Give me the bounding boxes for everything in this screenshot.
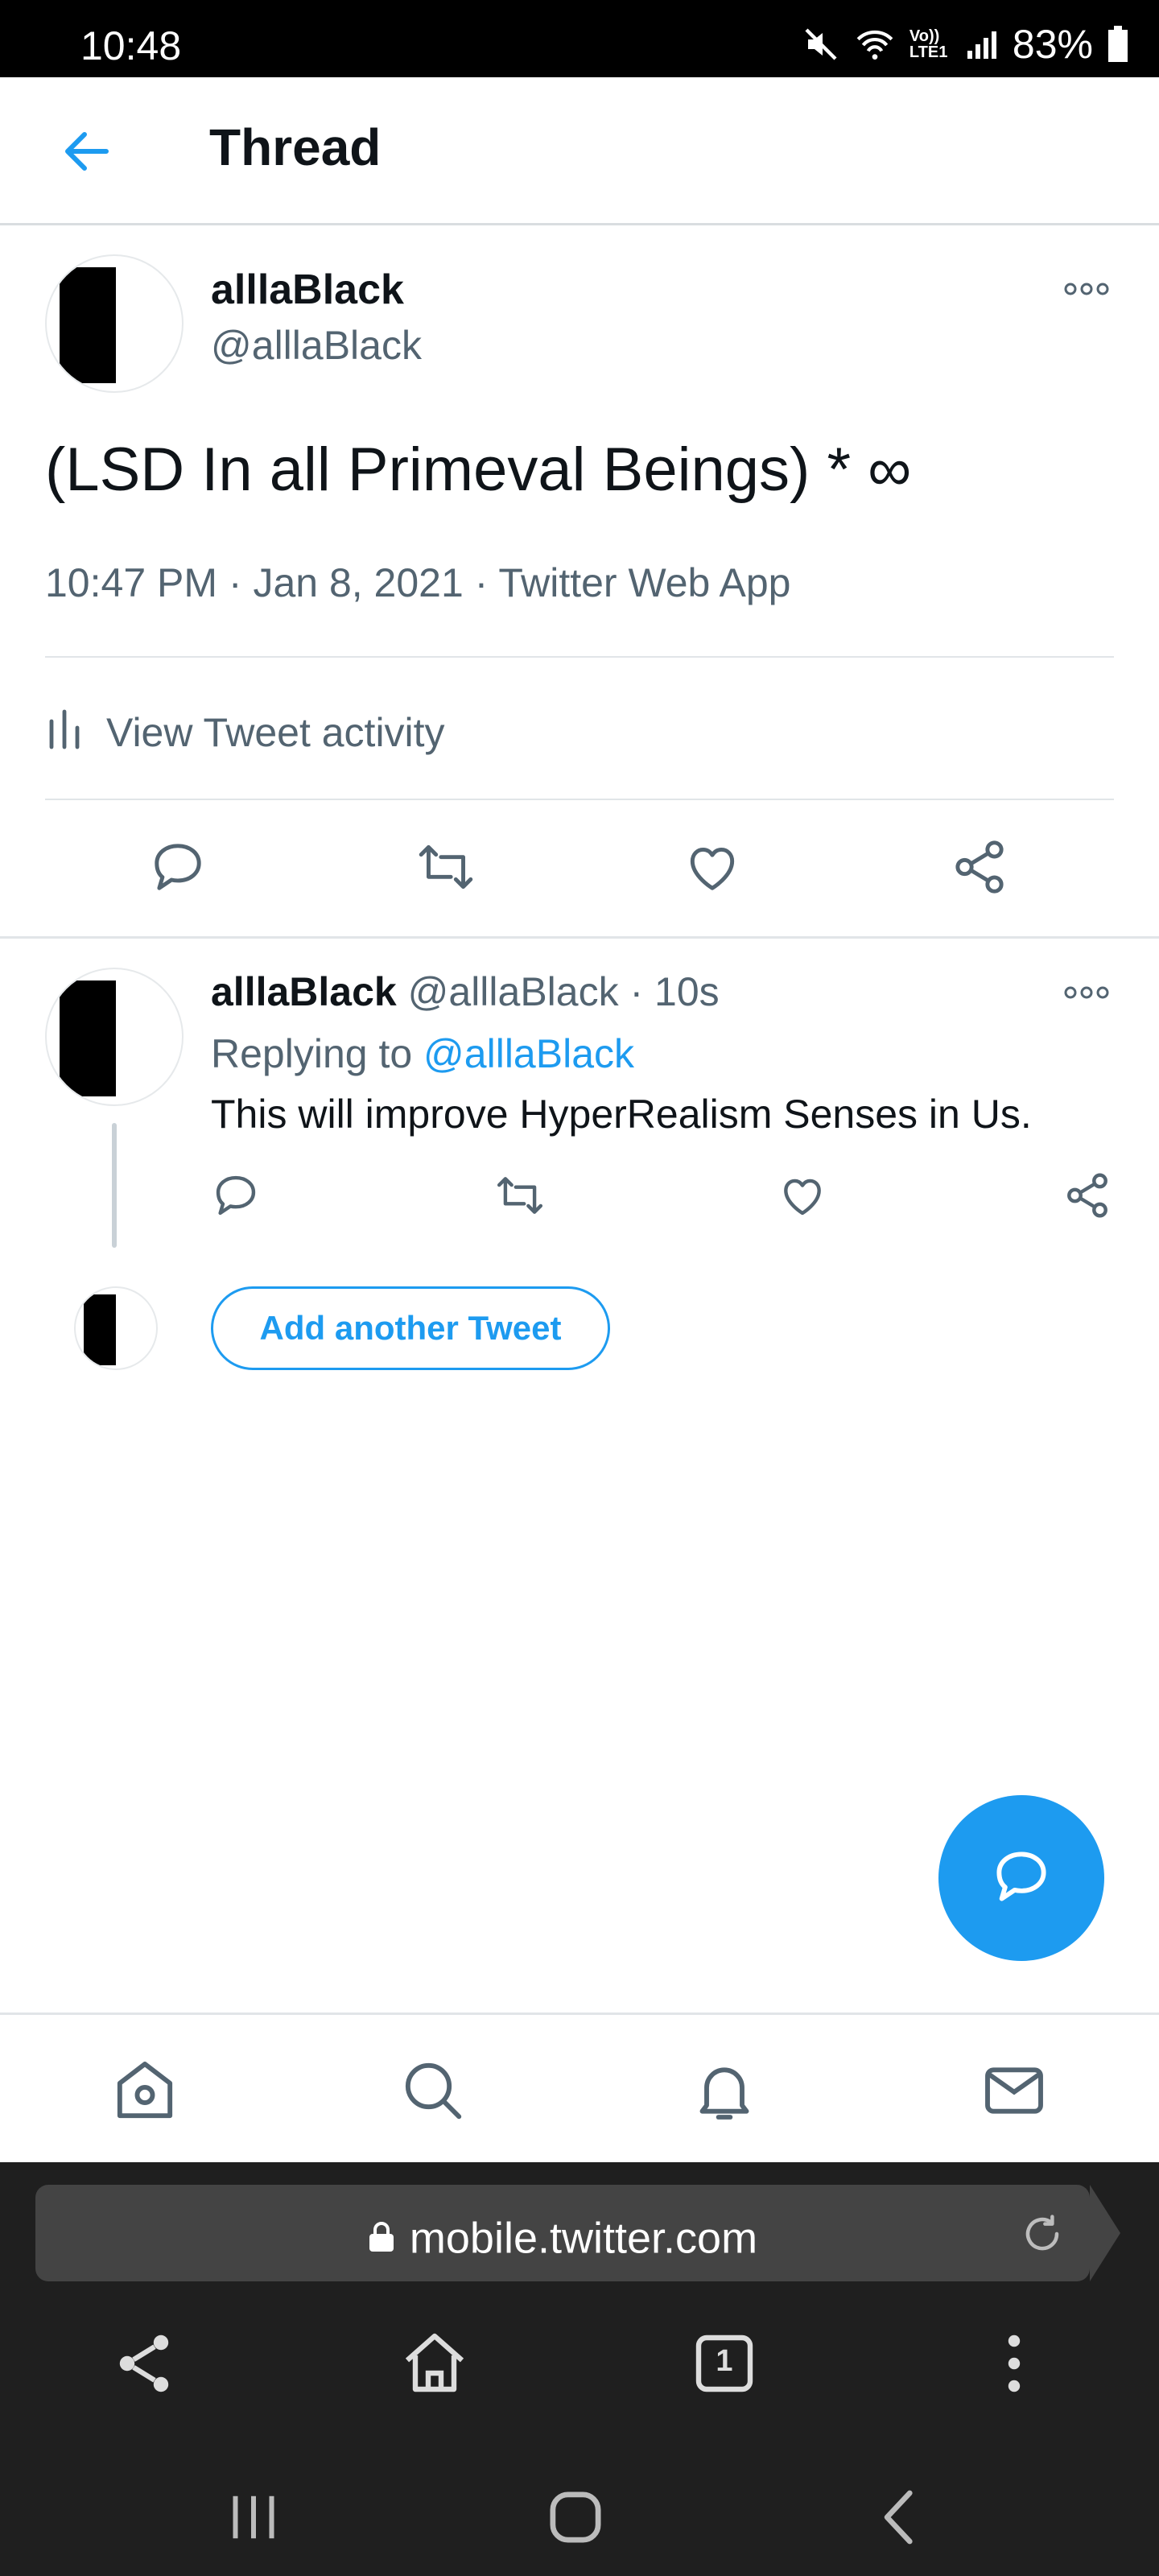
messages-icon[interactable] <box>979 2055 1050 2126</box>
divider <box>45 656 1114 658</box>
more-options-icon[interactable] <box>1062 980 1111 1009</box>
battery-icon <box>1107 26 1128 63</box>
back-arrow-icon[interactable] <box>58 122 116 180</box>
thread-line <box>112 1123 117 1248</box>
tabs-count: 1 <box>716 2344 733 2378</box>
tweet-text: (LSD In all Primeval Beings) * ∞ <box>45 436 912 504</box>
reply-time[interactable]: 10s <box>654 969 720 1014</box>
share-icon[interactable] <box>1062 1170 1112 1224</box>
tweet-author-handle[interactable]: @alllaBlack <box>211 322 422 369</box>
activity-label: View Tweet activity <box>106 710 445 755</box>
activity-chart-icon <box>45 705 84 760</box>
lock-icon <box>368 2214 395 2264</box>
recent-apps-icon[interactable] <box>217 2481 290 2553</box>
like-icon[interactable] <box>777 1170 827 1224</box>
wifi-icon <box>855 27 895 62</box>
tweet-author-name[interactable]: alllaBlack <box>211 266 404 314</box>
tweet-date: Jan 8, 2021 <box>253 560 464 605</box>
avatar[interactable] <box>45 968 184 1106</box>
tweet-meta: 10:47 PM · Jan 8, 2021 · Twitter Web App <box>45 560 791 605</box>
header: Thread <box>0 77 1159 225</box>
retweet-icon[interactable] <box>493 1170 547 1224</box>
signal-icon <box>966 28 998 60</box>
add-another-tweet-button[interactable]: Add another Tweet <box>211 1286 610 1370</box>
url-text: mobile.twitter.com <box>409 2214 758 2263</box>
divider <box>45 799 1114 800</box>
reply-author-name[interactable]: alllaBlack <box>211 969 397 1014</box>
retweet-icon[interactable] <box>414 837 478 901</box>
reload-icon[interactable] <box>1021 2212 1064 2260</box>
status-bar: 10:48 Vo)) LTE1 83% <box>0 0 1159 77</box>
tweet-source[interactable]: Twitter Web App <box>498 560 790 605</box>
reply-icon[interactable] <box>148 837 208 901</box>
reply-author-handle[interactable]: @alllaBlack <box>408 969 619 1014</box>
battery-percent: 83% <box>1012 22 1093 67</box>
browser-toolbar: mobile.twitter.com 1 <box>0 2162 1159 2576</box>
tweet-time: 10:47 PM <box>45 560 218 605</box>
reply-icon[interactable] <box>211 1170 261 1224</box>
menu-icon[interactable] <box>975 2325 1053 2402</box>
replying-to-link[interactable]: @alllaBlack <box>423 1031 634 1076</box>
url-bar[interactable]: mobile.twitter.com <box>35 2185 1120 2281</box>
network-label: Vo)) LTE1 <box>909 27 948 61</box>
share-icon[interactable] <box>950 837 1009 901</box>
home-icon[interactable] <box>396 2325 473 2402</box>
share-icon[interactable] <box>106 2325 184 2402</box>
tabs-button[interactable]: 1 <box>686 2325 763 2402</box>
reply-icon <box>990 1845 1053 1912</box>
reply-text: This will improve HyperRealism Senses in… <box>211 1092 1032 1137</box>
more-options-icon[interactable] <box>1062 277 1111 305</box>
view-tweet-activity[interactable]: View Tweet activity <box>45 700 445 765</box>
compose-reply-button[interactable] <box>938 1795 1104 1961</box>
avatar <box>74 1286 158 1370</box>
mute-icon <box>802 25 840 64</box>
home-button-icon[interactable] <box>539 2481 612 2553</box>
reply-header: alllaBlack @alllaBlack · 10s <box>211 969 720 1014</box>
back-icon[interactable] <box>864 2481 937 2553</box>
notifications-icon[interactable] <box>689 2055 760 2126</box>
bottom-nav <box>0 2013 1159 2162</box>
replying-to: Replying to @alllaBlack <box>211 1031 635 1076</box>
status-time: 10:48 <box>80 23 182 68</box>
avatar[interactable] <box>45 254 184 393</box>
like-icon[interactable] <box>683 837 742 901</box>
home-icon[interactable] <box>109 2055 180 2126</box>
page-title: Thread <box>209 118 382 176</box>
section-separator <box>0 936 1159 939</box>
search-icon[interactable] <box>398 2055 468 2126</box>
